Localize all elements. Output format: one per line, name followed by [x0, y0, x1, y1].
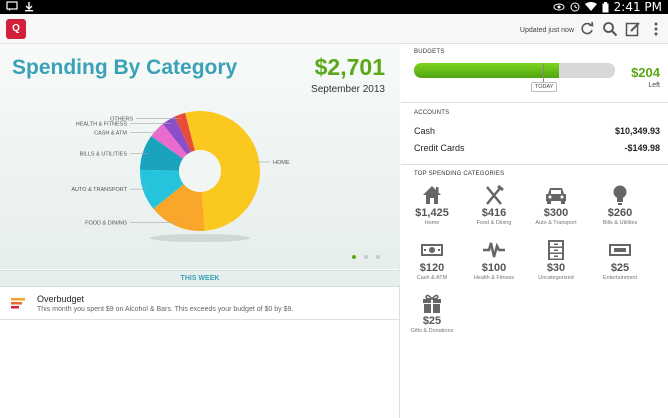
category-amount: $25 [610, 262, 630, 274]
category-gifts-donations[interactable]: $25 Gifts & Donations [406, 292, 458, 334]
category-amount: $30 [546, 262, 566, 274]
category-entertainment[interactable]: $25 Entertainment [594, 239, 646, 281]
page-dot [352, 255, 356, 259]
spending-donut-chart[interactable]: HOME FOOD & DINING AUTO & TRANSPORT BILLS &… [0, 44, 400, 269]
notice-title: Overbudget [37, 294, 85, 304]
lightbulb-icon [613, 185, 627, 205]
heartbeat-icon [483, 242, 505, 258]
updated-status: Updated just now [519, 27, 574, 34]
budget-progress-bar[interactable] [414, 63, 615, 78]
action-bar: Q Updated just now [0, 14, 668, 44]
ticket-icon [609, 244, 631, 256]
budgets-title: BUDGETS [414, 49, 445, 55]
category-amount: $25 [422, 315, 442, 327]
this-week-header: THIS WEEK [0, 270, 400, 287]
category-label: Cash & ATM [416, 275, 448, 281]
category-label: Auto & Transport [535, 220, 577, 226]
account-balance: $10,349.93 [614, 126, 660, 136]
file-cabinet-icon [548, 240, 564, 260]
right-panel: BUDGETS TODAY $204 Left ACCOUNTS Cash $1… [401, 44, 668, 418]
eye-icon [553, 3, 565, 11]
divider [401, 164, 668, 165]
pie-label: FOOD & DINING [85, 220, 127, 226]
budget-alert-icon [11, 298, 25, 309]
budget-progress-fill [414, 63, 559, 78]
category-home[interactable]: $1,425 Home [406, 184, 458, 226]
page-dot [376, 255, 380, 259]
pie-label: OTHERS [110, 116, 133, 122]
page-dot [364, 255, 368, 259]
top-categories-title: TOP SPENDING CATEGORIES [414, 171, 505, 177]
pie-label: HOME [273, 160, 290, 166]
category-amount: $120 [419, 262, 445, 274]
account-name[interactable]: Credit Cards [414, 143, 465, 153]
category-cash-atm[interactable]: $120 Cash & ATM [406, 239, 458, 281]
account-name[interactable]: Cash [414, 126, 435, 136]
account-balance: -$149.98 [624, 143, 660, 153]
divider [401, 102, 668, 103]
category-label: Home [424, 220, 440, 226]
category-amount: $416 [481, 207, 507, 219]
overflow-menu-icon[interactable] [648, 21, 664, 37]
car-icon [546, 188, 566, 204]
category-uncategorized[interactable]: $30 Uncategorized [530, 239, 582, 281]
battery-icon [602, 1, 609, 12]
left-panel: Spending By Category $2,701 September 20… [0, 44, 400, 418]
category-auto-transport[interactable]: $300 Auto & Transport [530, 184, 582, 226]
chart-shadow [150, 234, 250, 242]
category-amount: $260 [607, 207, 633, 219]
accounts-title: ACCOUNTS [414, 110, 450, 116]
category-health-fitness[interactable]: $100 Health & Fitness [468, 239, 520, 281]
category-label: Bills & Utilities [602, 220, 638, 226]
wifi-icon [584, 2, 597, 11]
category-amount: $300 [543, 207, 569, 219]
pie-label: AUTO & TRANSPORT [71, 187, 127, 193]
refresh-icon[interactable] [579, 21, 595, 37]
pie-label: BILLS & UTILITIES [80, 151, 128, 157]
alarm-icon [570, 2, 580, 12]
notice-body: This month you spent $9 on Alcohol & Bar… [37, 306, 294, 313]
pie-label: CASH & ATM [94, 130, 127, 136]
notification-icon [6, 1, 18, 11]
edit-icon[interactable] [625, 21, 641, 37]
budget-left-label: Left [648, 82, 660, 89]
overbudget-notice[interactable]: Overbudget This month you spent $9 on Al… [0, 287, 400, 320]
category-amount: $1,425 [415, 207, 449, 219]
category-label: Gifts & Donations [410, 328, 454, 334]
today-label: TODAY [531, 82, 558, 92]
clock: 2:41 PM [613, 0, 662, 14]
search-icon[interactable] [602, 21, 618, 37]
app-logo[interactable]: Q [6, 19, 26, 39]
donut-hole [179, 150, 221, 192]
category-food-dining[interactable]: $416 Food & Dining [468, 184, 520, 226]
gift-icon [423, 294, 441, 313]
download-icon [25, 2, 33, 12]
fork-knife-icon [486, 184, 504, 205]
status-bar: 2:41 PM [0, 0, 668, 14]
category-label: Food & Dining [476, 220, 512, 226]
category-label: Entertainment [602, 275, 638, 281]
cash-icon [421, 244, 443, 256]
category-label: Uncategorized [538, 275, 574, 281]
category-amount: $100 [481, 262, 507, 274]
home-icon [423, 186, 441, 204]
budget-left-amount: $204 [631, 65, 660, 80]
spending-card[interactable]: Spending By Category $2,701 September 20… [0, 44, 400, 269]
category-label: Health & Fitness [473, 275, 515, 281]
category-bills-utilities[interactable]: $260 Bills & Utilities [594, 184, 646, 226]
page-indicator [352, 255, 380, 259]
today-marker [543, 63, 544, 83]
